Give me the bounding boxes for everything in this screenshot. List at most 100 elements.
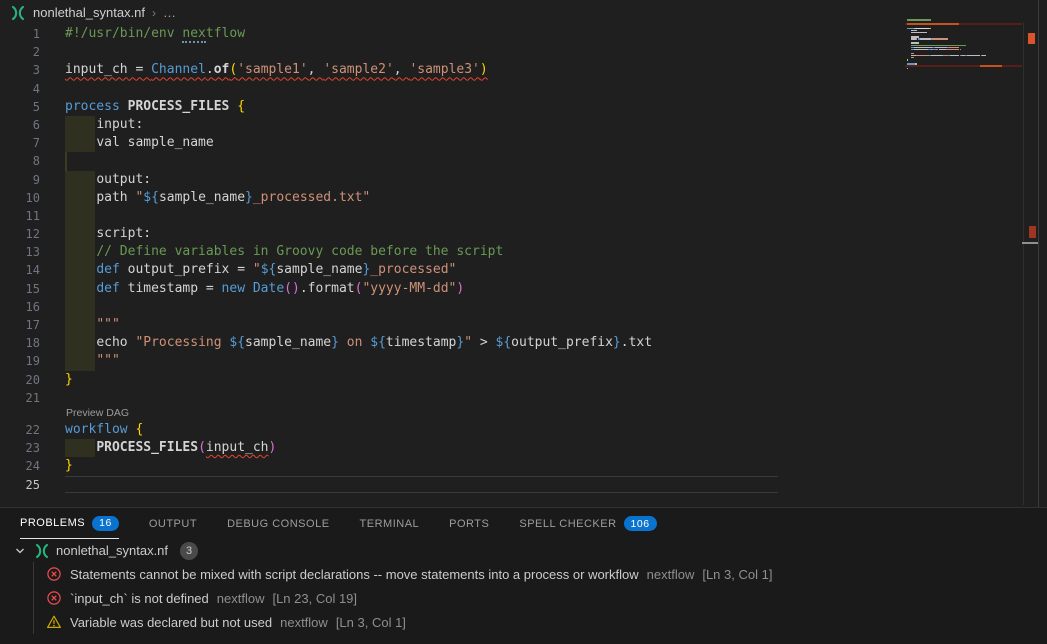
breadcrumb: nonlethal_syntax.nf › …: [0, 0, 1047, 25]
code-line[interactable]: 4: [0, 80, 905, 98]
overview-ruler-cursor-marker: [1022, 242, 1038, 244]
code-line[interactable]: 17 """: [0, 316, 905, 334]
nextflow-file-icon: [10, 5, 26, 21]
panel-tab-problems[interactable]: PROBLEMS 16: [20, 508, 119, 539]
code-line[interactable]: 2: [0, 43, 905, 61]
code-line[interactable]: 16: [0, 298, 905, 316]
code-line[interactable]: 20}: [0, 371, 905, 389]
problem-row[interactable]: Variable was declared but not usednextfl…: [34, 610, 1047, 634]
code-token: =: [128, 62, 151, 77]
code-token: }: [245, 190, 253, 205]
code-line-text: script:: [65, 225, 151, 243]
code-token: [245, 281, 253, 296]
breadcrumb-filename[interactable]: nonlethal_syntax.nf: [33, 5, 145, 20]
code-line[interactable]: 21: [0, 389, 905, 407]
code-token: {: [237, 99, 245, 114]
code-line[interactable]: 9 output:: [0, 171, 905, 189]
minimap-border: [1023, 22, 1024, 505]
panel-tab-ports[interactable]: PORTS: [449, 508, 489, 539]
code-token: [65, 335, 96, 350]
code-line[interactable]: 19 """: [0, 352, 905, 370]
code-line-text: path "${sample_name}_processed.txt": [65, 189, 370, 207]
line-number: 8: [0, 152, 40, 170]
nextflow-file-icon: [34, 543, 50, 559]
code-token: >: [472, 335, 495, 350]
code-token: 'sample2': [323, 62, 393, 77]
line-number: 2: [0, 43, 40, 61]
line-number: 4: [0, 80, 40, 98]
breadcrumb-more[interactable]: …: [163, 5, 177, 20]
line-number: 13: [0, 243, 40, 261]
code-line[interactable]: 14 def output_prefix = "${sample_name}_p…: [0, 261, 905, 279]
panel-tab-output[interactable]: OUTPUT: [149, 508, 197, 539]
code-token: [65, 244, 96, 259]
code-line[interactable]: 18 echo "Processing ${sample_name} on ${…: [0, 334, 905, 352]
code-token: input:: [96, 117, 143, 132]
line-number: 11: [0, 207, 40, 225]
problem-message: `input_ch` is not defined: [70, 591, 209, 606]
problem-row[interactable]: Statements cannot be mixed with script d…: [34, 562, 1047, 586]
code-line[interactable]: 25: [0, 476, 905, 494]
minimap[interactable]: [907, 19, 1022, 75]
overview-ruler-error-marker: [1028, 33, 1035, 44]
code-token: ${: [143, 190, 159, 205]
code-line[interactable]: 5process PROCESS_FILES {: [0, 98, 905, 116]
problems-count-badge: 3: [180, 542, 198, 560]
code-token: PROCESS_FILES: [96, 440, 198, 455]
line-number: 5: [0, 98, 40, 116]
code-line[interactable]: 3input_ch = Channel.of('sample1', 'sampl…: [0, 61, 905, 79]
code-token: output_prefix =: [120, 262, 253, 277]
code-line-text: def output_prefix = "${sample_name}_proc…: [65, 261, 456, 279]
panel-tab-badge: 16: [92, 516, 119, 531]
problem-source: nextflow: [217, 591, 265, 606]
code-line-text: // Define variables in Groovy code befor…: [65, 243, 503, 261]
code-token: "yyyy-MM-dd": [362, 281, 456, 296]
indent-guide: [65, 152, 67, 170]
code-line[interactable]: 8: [0, 152, 905, 170]
code-token: #!/usr/bin/env: [65, 26, 182, 41]
code-token: .: [206, 62, 214, 77]
panel-tab-label: PORTS: [449, 518, 489, 530]
line-number: 14: [0, 261, 40, 279]
code-line[interactable]: 10 path "${sample_name}_processed.txt": [0, 189, 905, 207]
code-line[interactable]: 13 // Define variables in Groovy code be…: [0, 243, 905, 261]
line-number: 25: [0, 476, 40, 494]
code-line[interactable]: 23 PROCESS_FILES(input_ch): [0, 439, 905, 457]
code-token: [65, 135, 96, 150]
code-editor[interactable]: 1#!/usr/bin/env nextflow23input_ch = Cha…: [0, 25, 905, 494]
line-number: 15: [0, 280, 40, 298]
problems-file-group[interactable]: nonlethal_syntax.nf 3: [0, 539, 1047, 562]
line-number: 6: [0, 116, 40, 134]
code-token: [65, 317, 96, 332]
code-line[interactable]: 6 input:: [0, 116, 905, 134]
overview-ruler-error-marker: [1029, 226, 1036, 238]
code-token: ): [480, 62, 488, 77]
panel-tab-debug-console[interactable]: DEBUG CONSOLE: [227, 508, 329, 539]
code-token: ${: [229, 335, 245, 350]
panel-tab-terminal[interactable]: TERMINAL: [360, 508, 420, 539]
problem-row[interactable]: `input_ch` is not definednextflow[Ln 23,…: [34, 586, 1047, 610]
code-line[interactable]: 22workflow {: [0, 421, 905, 439]
indent-highlight: [65, 298, 95, 316]
panel-tab-spell-checker[interactable]: SPELL CHECKER106: [519, 508, 656, 539]
code-line[interactable]: 11: [0, 207, 905, 225]
code-token: [65, 353, 96, 368]
code-line[interactable]: 15 def timestamp = new Date().format("yy…: [0, 280, 905, 298]
code-token: echo: [96, 335, 135, 350]
code-token: ): [456, 281, 464, 296]
code-line[interactable]: 7 val sample_name: [0, 134, 905, 152]
code-token: path: [96, 190, 135, 205]
code-token: (: [284, 281, 292, 296]
chevron-down-icon[interactable]: [12, 543, 28, 559]
code-line[interactable]: 1#!/usr/bin/env nextflow: [0, 25, 905, 43]
code-line[interactable]: 12 script:: [0, 225, 905, 243]
panel-tab-label: TERMINAL: [360, 518, 420, 530]
code-token: }: [613, 335, 621, 350]
panel-tab-label: PROBLEMS: [20, 517, 85, 529]
problem-message: Statements cannot be mixed with script d…: [70, 567, 639, 582]
code-token: """: [96, 353, 119, 368]
code-line[interactable]: 24}: [0, 457, 905, 475]
code-token: script:: [96, 226, 151, 241]
codelens-preview-dag[interactable]: Preview DAG: [0, 407, 905, 421]
line-number: 12: [0, 225, 40, 243]
